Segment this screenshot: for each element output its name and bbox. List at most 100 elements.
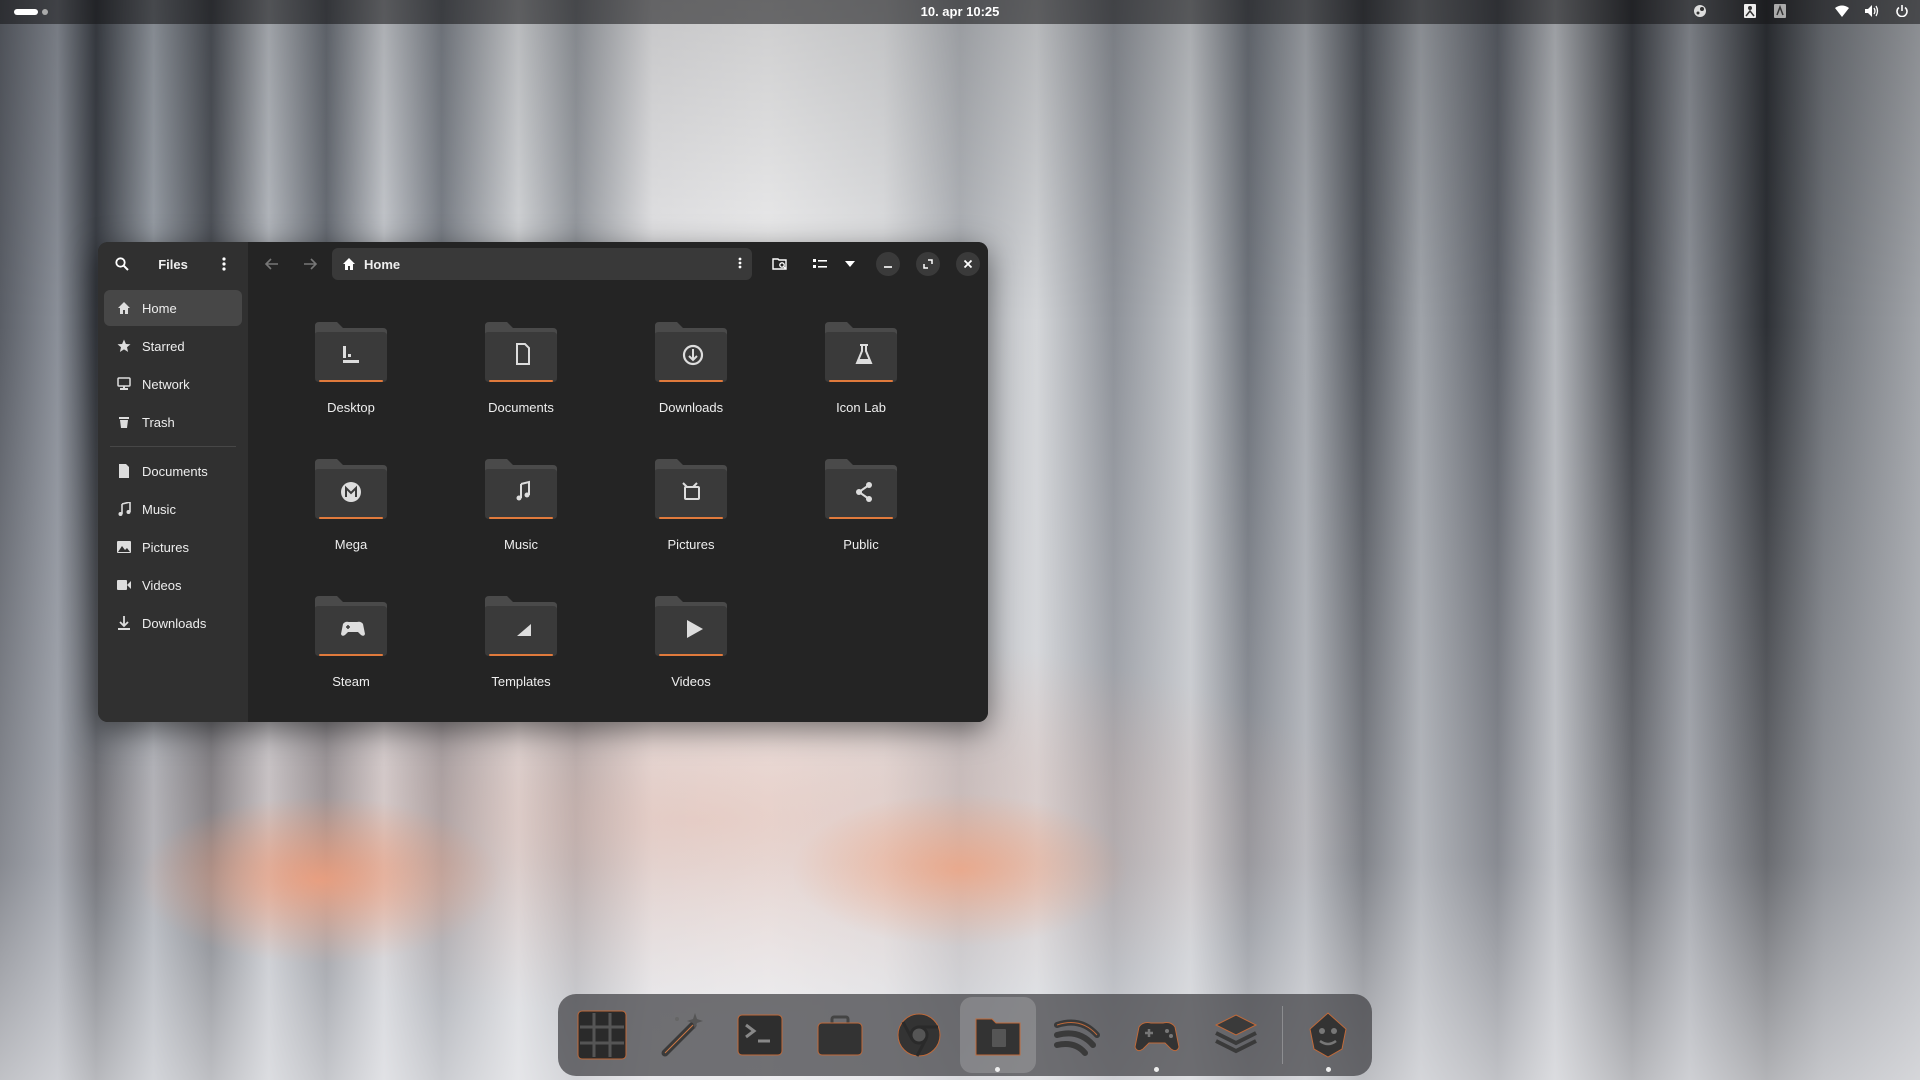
network-icon	[116, 376, 132, 392]
dock-terminal[interactable]	[723, 997, 798, 1073]
sidebar-item-starred[interactable]: Starred	[104, 328, 242, 364]
app-title: Files	[158, 256, 188, 272]
folder-icon	[313, 457, 389, 521]
sidebar-item-label: Downloads	[142, 615, 207, 631]
folder-item[interactable]: Documents	[436, 320, 606, 457]
dock-gamepad[interactable]	[1119, 997, 1194, 1073]
search-button[interactable]	[108, 250, 136, 278]
folder-icon	[653, 594, 729, 658]
main-menu-button[interactable]	[210, 250, 238, 278]
close-button[interactable]	[956, 252, 980, 276]
path-menu-button[interactable]	[738, 257, 742, 272]
dock-stream[interactable]	[1040, 997, 1115, 1073]
video-icon	[116, 577, 132, 593]
home-icon	[343, 258, 355, 270]
list-view-icon	[813, 259, 827, 268]
search-folder-button[interactable]	[766, 250, 794, 278]
folder-name: Music	[504, 537, 538, 552]
folder-grid: Desktop Documents Downloads Icon Lab Mega Mus…	[266, 320, 946, 722]
minimize-icon	[884, 266, 892, 268]
magic-wand-icon	[661, 1013, 703, 1057]
places-list: Home Starred Network Trash Documents Mus…	[98, 286, 248, 647]
sidebar-item-home[interactable]: Home	[104, 290, 242, 326]
view-options-button[interactable]	[840, 250, 860, 278]
main-content: Home Desktop Documents Downloads Icon La…	[248, 242, 988, 722]
folder-item[interactable]: Downloads	[606, 320, 776, 457]
sidebar-item-downloads[interactable]: Downloads	[104, 605, 242, 641]
running-indicator	[1154, 1067, 1160, 1072]
sidebar-header: Files	[98, 242, 248, 286]
dock-separator	[1281, 1006, 1283, 1064]
volume-icon[interactable]	[1864, 3, 1880, 19]
sidebar-item-label: Music	[142, 501, 176, 517]
close-icon	[963, 259, 973, 269]
folder-item[interactable]: Music	[436, 457, 606, 594]
sidebar-item-label: Videos	[142, 577, 182, 593]
minimize-button[interactable]	[876, 252, 900, 276]
files-icon	[975, 1018, 1021, 1056]
sidebar-item-label: Pictures	[142, 539, 189, 555]
folder-item[interactable]: Templates	[436, 594, 606, 722]
dock-files[interactable]	[960, 997, 1036, 1073]
accessibility-icon[interactable]	[1742, 3, 1758, 19]
folder-name: Templates	[491, 674, 551, 689]
steam-icon[interactable]	[1692, 3, 1708, 19]
folder-item[interactable]: Videos	[606, 594, 776, 722]
sidebar-item-videos[interactable]: Videos	[104, 567, 242, 603]
mascot-icon	[1309, 1012, 1347, 1058]
wifi-icon[interactable]	[1834, 3, 1850, 19]
dock-mascot[interactable]	[1291, 997, 1366, 1073]
folder-item[interactable]: Public	[776, 457, 946, 594]
sidebar-item-pictures[interactable]: Pictures	[104, 529, 242, 565]
dock-app-grid[interactable]	[564, 997, 639, 1073]
back-button[interactable]	[256, 248, 288, 280]
power-icon[interactable]	[1894, 3, 1910, 19]
download-icon	[116, 615, 132, 631]
folder-name: Documents	[488, 400, 554, 415]
folder-icon	[823, 457, 899, 521]
folder-name: Desktop	[327, 400, 375, 415]
folder-icon	[653, 457, 729, 521]
folder-item[interactable]: Mega	[266, 457, 436, 594]
sidebar-item-label: Documents	[142, 463, 208, 479]
sidebar-item-trash[interactable]: Trash	[104, 404, 242, 440]
dock-briefcase[interactable]	[802, 997, 877, 1073]
path-bar[interactable]: Home	[332, 248, 752, 280]
trash-icon	[116, 414, 132, 430]
view-mode-button[interactable]	[806, 250, 834, 278]
folder-item[interactable]: Desktop	[266, 320, 436, 457]
app-grid-icon	[577, 1010, 627, 1060]
arrow-left-icon	[265, 258, 278, 270]
dock	[558, 994, 1372, 1076]
folder-item[interactable]: Steam	[266, 594, 436, 722]
sidebar-item-documents[interactable]: Documents	[104, 453, 242, 489]
gamepad-icon	[1134, 1022, 1180, 1052]
folder-name: Mega	[334, 537, 368, 552]
folder-icon	[823, 320, 899, 384]
stream-icon	[1054, 1019, 1101, 1056]
maximize-button[interactable]	[916, 252, 940, 276]
folder-icon	[653, 320, 729, 384]
running-indicator	[995, 1067, 1001, 1072]
folder-item[interactable]: Pictures	[606, 457, 776, 594]
top-bar: 10. apr 10:25	[0, 0, 1920, 24]
running-indicator	[1325, 1067, 1331, 1072]
folder-icon	[313, 320, 389, 384]
browser-icon	[897, 1013, 941, 1057]
sidebar-item-network[interactable]: Network	[104, 366, 242, 402]
folder-search-icon	[772, 258, 787, 270]
dock-magic-wand[interactable]	[643, 997, 718, 1073]
clock[interactable]: 10. apr 10:25	[0, 4, 1920, 19]
sidebar-item-label: Starred	[142, 338, 185, 354]
forward-button[interactable]	[294, 248, 326, 280]
keyboard-layout-icon[interactable]	[1772, 3, 1788, 19]
sidebar-item-label: Network	[142, 376, 190, 392]
path-label: Home	[364, 256, 401, 272]
folder-name: Downloads	[658, 400, 724, 415]
folder-name: Icon Lab	[836, 400, 886, 415]
sidebar-item-music[interactable]: Music	[104, 491, 242, 527]
dock-layers[interactable]	[1198, 997, 1273, 1073]
dock-browser[interactable]	[881, 997, 956, 1073]
folder-item[interactable]: Icon Lab	[776, 320, 946, 457]
folder-name: Steam	[332, 674, 370, 689]
